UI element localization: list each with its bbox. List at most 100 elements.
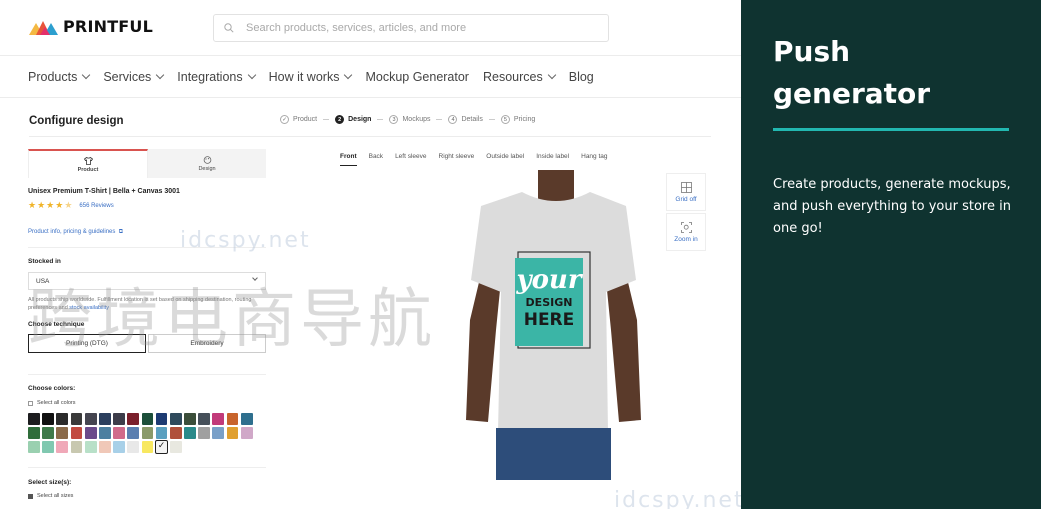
chevron-down-icon — [82, 70, 91, 80]
nav-item-products[interactable]: Products — [28, 70, 91, 84]
color-swatch[interactable] — [70, 427, 83, 439]
color-swatch[interactable] — [98, 413, 111, 425]
tab-product[interactable]: Product — [28, 149, 148, 178]
color-swatch[interactable] — [28, 413, 40, 425]
color-swatch[interactable] — [127, 413, 140, 425]
nav-item-label: Integrations — [177, 69, 243, 84]
divider — [28, 467, 266, 468]
color-swatch[interactable] — [212, 413, 225, 425]
color-swatch[interactable] — [169, 441, 182, 454]
reviews-link[interactable]: 656 Reviews — [79, 203, 113, 209]
step-product[interactable]: ✓ Product — [280, 115, 317, 124]
tab-design[interactable]: Design — [148, 149, 266, 178]
color-swatch[interactable] — [113, 441, 125, 454]
color-swatch[interactable] — [70, 441, 83, 454]
color-swatch[interactable] — [42, 427, 54, 439]
color-swatch[interactable] — [169, 427, 182, 439]
color-swatch[interactable] — [184, 427, 196, 439]
view-tab-inside-label[interactable]: Inside label — [536, 153, 569, 166]
nav-item-mockup-generator[interactable]: Mockup Generator — [365, 70, 469, 84]
color-swatch[interactable] — [42, 413, 54, 425]
color-swatch[interactable] — [240, 413, 253, 425]
color-swatch[interactable] — [113, 427, 125, 439]
star-icon: ★ — [55, 200, 64, 210]
view-tab-front[interactable]: Front — [340, 153, 357, 166]
nav-item-services[interactable]: Services — [103, 70, 165, 84]
view-tab-outside-label[interactable]: Outside label — [486, 153, 524, 166]
color-swatch[interactable] — [56, 427, 69, 439]
step-label: Mockups — [402, 116, 431, 123]
stock-availability-link[interactable]: stock availability — [69, 305, 109, 311]
view-tab-left-sleeve[interactable]: Left sleeve — [395, 153, 426, 166]
color-swatch[interactable] — [98, 441, 111, 454]
select-all-colors-checkbox[interactable]: Select all colors — [28, 400, 76, 406]
color-swatch[interactable] — [155, 427, 168, 439]
divider — [28, 247, 266, 248]
search-input[interactable] — [246, 22, 586, 34]
color-swatch[interactable] — [127, 427, 140, 439]
color-swatch[interactable] — [141, 441, 154, 454]
color-swatch[interactable] — [127, 441, 140, 454]
color-swatch[interactable] — [84, 441, 97, 454]
color-swatch[interactable] — [155, 413, 168, 425]
step-design[interactable]: 2 Design — [335, 115, 371, 124]
color-swatches — [28, 413, 258, 455]
watermark-domain-2: idcspy.net — [614, 488, 741, 509]
color-swatch[interactable] — [198, 427, 211, 439]
step-pricing[interactable]: 5 Pricing — [500, 115, 535, 124]
color-swatch[interactable] — [113, 413, 125, 425]
grid-toggle-button[interactable]: Grid off — [666, 173, 706, 211]
color-swatch[interactable] — [98, 427, 111, 439]
palette-icon — [203, 155, 211, 164]
color-swatch[interactable] — [198, 413, 211, 425]
step-number: 2 — [335, 115, 345, 124]
nav-item-how-it-works[interactable]: How it works — [269, 70, 353, 84]
divider — [28, 374, 266, 375]
step-details[interactable]: 4 Details — [448, 115, 483, 124]
view-tab-right-sleeve[interactable]: Right sleeve — [439, 153, 475, 166]
printful-logo[interactable]: PRINTFUL — [29, 17, 153, 36]
design-line-2: DESIGN — [526, 296, 573, 309]
nav-item-blog[interactable]: Blog — [569, 70, 594, 84]
color-swatch[interactable] — [70, 413, 83, 425]
logo-text: PRINTFUL — [63, 17, 154, 36]
tab-product-label: Product — [77, 166, 99, 173]
model-jeans — [496, 428, 611, 480]
nav-item-resources[interactable]: Resources — [482, 69, 556, 84]
technique-option-printing[interactable]: Printing (DTG) — [28, 334, 146, 353]
promo-accent-rule — [773, 128, 1009, 131]
nav-item-integrations[interactable]: Integrations — [177, 69, 256, 84]
step-label: Product — [293, 116, 318, 123]
color-swatch[interactable] — [141, 427, 154, 439]
zoom-in-button[interactable]: Zoom in — [666, 213, 706, 251]
color-swatch[interactable] — [154, 440, 169, 455]
color-swatch[interactable] — [56, 441, 69, 454]
color-swatch[interactable] — [226, 413, 239, 425]
color-swatch[interactable] — [212, 427, 225, 439]
star-icon: ★ — [46, 200, 55, 210]
technique-option-embroidery[interactable]: Embroidery — [148, 334, 266, 353]
color-swatch[interactable] — [240, 427, 253, 439]
color-swatch[interactable] — [141, 413, 154, 425]
product-info-link[interactable]: Product info, pricing & guidelines ⧉ — [28, 229, 123, 236]
color-swatch[interactable] — [42, 441, 54, 454]
color-swatch[interactable] — [28, 427, 40, 439]
color-swatch[interactable] — [84, 413, 97, 425]
nav-item-label: Blog — [568, 69, 594, 84]
color-swatch[interactable] — [169, 413, 182, 425]
color-swatch[interactable] — [56, 413, 69, 425]
search-box[interactable] — [213, 14, 609, 42]
nav-item-label: Resources — [482, 69, 543, 84]
select-all-sizes-checkbox[interactable]: Select all sizes — [28, 493, 73, 499]
promo-panel: Push generator Create products, generate… — [741, 0, 1041, 509]
color-swatch[interactable] — [226, 427, 239, 439]
grid-toggle-label: Grid off — [675, 195, 697, 203]
color-swatch[interactable] — [84, 427, 97, 439]
view-tab-hang-tag[interactable]: Hang tag — [581, 153, 607, 166]
technique-label: Choose technique — [28, 321, 85, 328]
color-swatch[interactable] — [28, 441, 40, 454]
color-swatch[interactable] — [184, 413, 196, 425]
step-mockups[interactable]: 3 Mockups — [389, 115, 430, 124]
view-tab-back[interactable]: Back — [369, 153, 383, 166]
country-select[interactable]: USA — [28, 272, 266, 290]
